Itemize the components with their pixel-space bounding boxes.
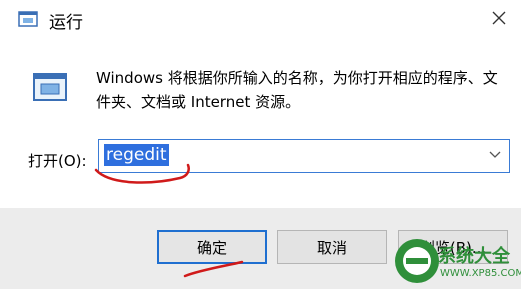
watermark-url: WWW.XP85.COM [440,268,521,279]
run-icon [18,11,38,27]
window-title: 运行 [49,13,83,33]
ok-button[interactable]: 确定 [157,230,267,264]
chevron-down-icon[interactable] [489,151,501,159]
title-bar: 运行 [0,0,521,38]
open-input-value[interactable]: regedit [104,144,169,166]
watermark-text: 系统大全 [438,246,510,267]
close-button[interactable] [484,4,514,32]
cancel-button[interactable]: 取消 [277,230,387,264]
close-icon [492,11,506,25]
description-text: Windows 将根据你所输入的名称，为你打开相应的程序、文件夹、文档或 Int… [96,69,498,111]
run-dialog-icon [33,73,67,101]
open-label: 打开(O): [28,152,87,170]
open-combobox[interactable]: regedit [98,139,510,173]
